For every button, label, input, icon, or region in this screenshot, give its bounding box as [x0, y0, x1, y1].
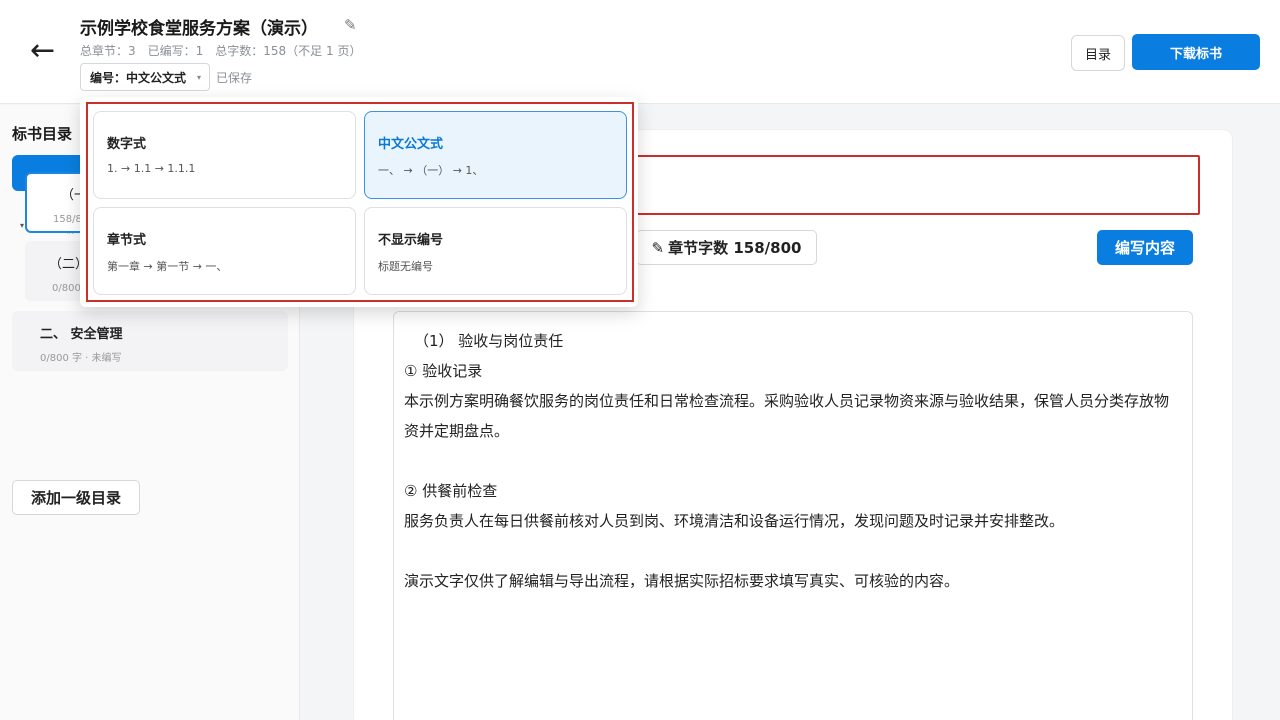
option-title: 章节式	[107, 233, 147, 248]
option-title: 中文公文式	[378, 137, 444, 152]
saved-status: 已保存	[216, 71, 253, 85]
word-count-label: 章节字数 158/800	[668, 239, 802, 257]
numbering-select-value: 编号：中文公文式	[90, 70, 187, 85]
editor-line	[404, 536, 1182, 566]
option-title: 不显示编号	[378, 233, 444, 248]
stat-written: 已编写：1	[147, 44, 204, 58]
option-desc: 标题无编号	[378, 260, 433, 273]
editor-line: 演示文字仅供了解编辑与导出流程，请根据实际招标要求填写真实、可核验的内容。	[404, 572, 960, 590]
toc-button[interactable]: 目录	[1071, 35, 1125, 71]
toc-item-meta: 0/800 字 · 未编写	[40, 353, 122, 364]
editor-line: ② 供餐前检查	[404, 482, 498, 500]
option-no-numbering[interactable]: 不显示编号 标题无编号	[364, 207, 627, 295]
pencil-icon[interactable]: ✎	[344, 16, 357, 34]
document-stats: 总章节：3 已编写：1 总字数：158（不足 1 页）	[80, 42, 361, 59]
editor-line: （1） 验收与岗位责任	[414, 332, 564, 350]
add-level1-button[interactable]: 添加一级目录	[12, 480, 140, 515]
download-button[interactable]: 下载标书	[1132, 34, 1260, 70]
stat-chapters: 总章节：3	[80, 44, 136, 58]
option-numeric[interactable]: 数字式 1. → 1.1 → 1.1.1	[93, 111, 356, 199]
write-content-button[interactable]: 编写内容	[1097, 230, 1193, 265]
back-arrow-icon[interactable]: ←	[30, 36, 55, 66]
pencil-icon: ✎	[651, 238, 665, 257]
document-title: 示例学校食堂服务方案（演示）	[80, 19, 318, 39]
option-desc: 1. → 1.1 → 1.1.1	[107, 162, 196, 175]
editor-line: 服务负责人在每日供餐前核对人员到岗、环境清洁和设备运行情况，发现问题及时记录并安…	[404, 512, 1065, 530]
chapter-word-count: ✎ 章节字数 158/800	[636, 230, 817, 265]
caret-down-icon[interactable]: ▾	[20, 221, 24, 230]
app-header: ← 示例学校食堂服务方案（演示） ✎ 总章节：3 已编写：1 总字数：158（不…	[0, 0, 1280, 104]
editor-line: ① 验收记录	[404, 362, 483, 380]
stat-word-count: 总字数：158（不足 1 页）	[215, 44, 362, 58]
chapter-title-input[interactable]	[622, 155, 1200, 215]
toc-item[interactable]: 二、 安全管理 0/800 字 · 未编写	[12, 311, 288, 371]
option-desc: 一、 → （一） → 1、	[378, 164, 484, 177]
option-title: 数字式	[107, 137, 147, 152]
sidebar-title: 标书目录	[12, 125, 73, 143]
chevron-down-icon: ▾	[196, 73, 201, 82]
option-desc: 第一章 → 第一节 → 一、	[107, 260, 228, 273]
option-chinese-official[interactable]: 中文公文式 一、 → （一） → 1、	[364, 111, 627, 199]
option-chapter-section[interactable]: 章节式 第一章 → 第一节 → 一、	[93, 207, 356, 295]
content-editor[interactable]: （1） 验收与岗位责任 ① 验收记录 本示例方案明确餐饮服务的岗位责任和日常检查…	[393, 311, 1193, 720]
numbering-style-select[interactable]: 编号：中文公文式 ▾	[80, 63, 210, 91]
editor-line: 本示例方案明确餐饮服务的岗位责任和日常检查流程。采购验收人员记录物资来源与验收结…	[404, 392, 1170, 440]
editor-line	[404, 446, 1182, 476]
toc-item-label: 二、 安全管理	[40, 327, 123, 342]
